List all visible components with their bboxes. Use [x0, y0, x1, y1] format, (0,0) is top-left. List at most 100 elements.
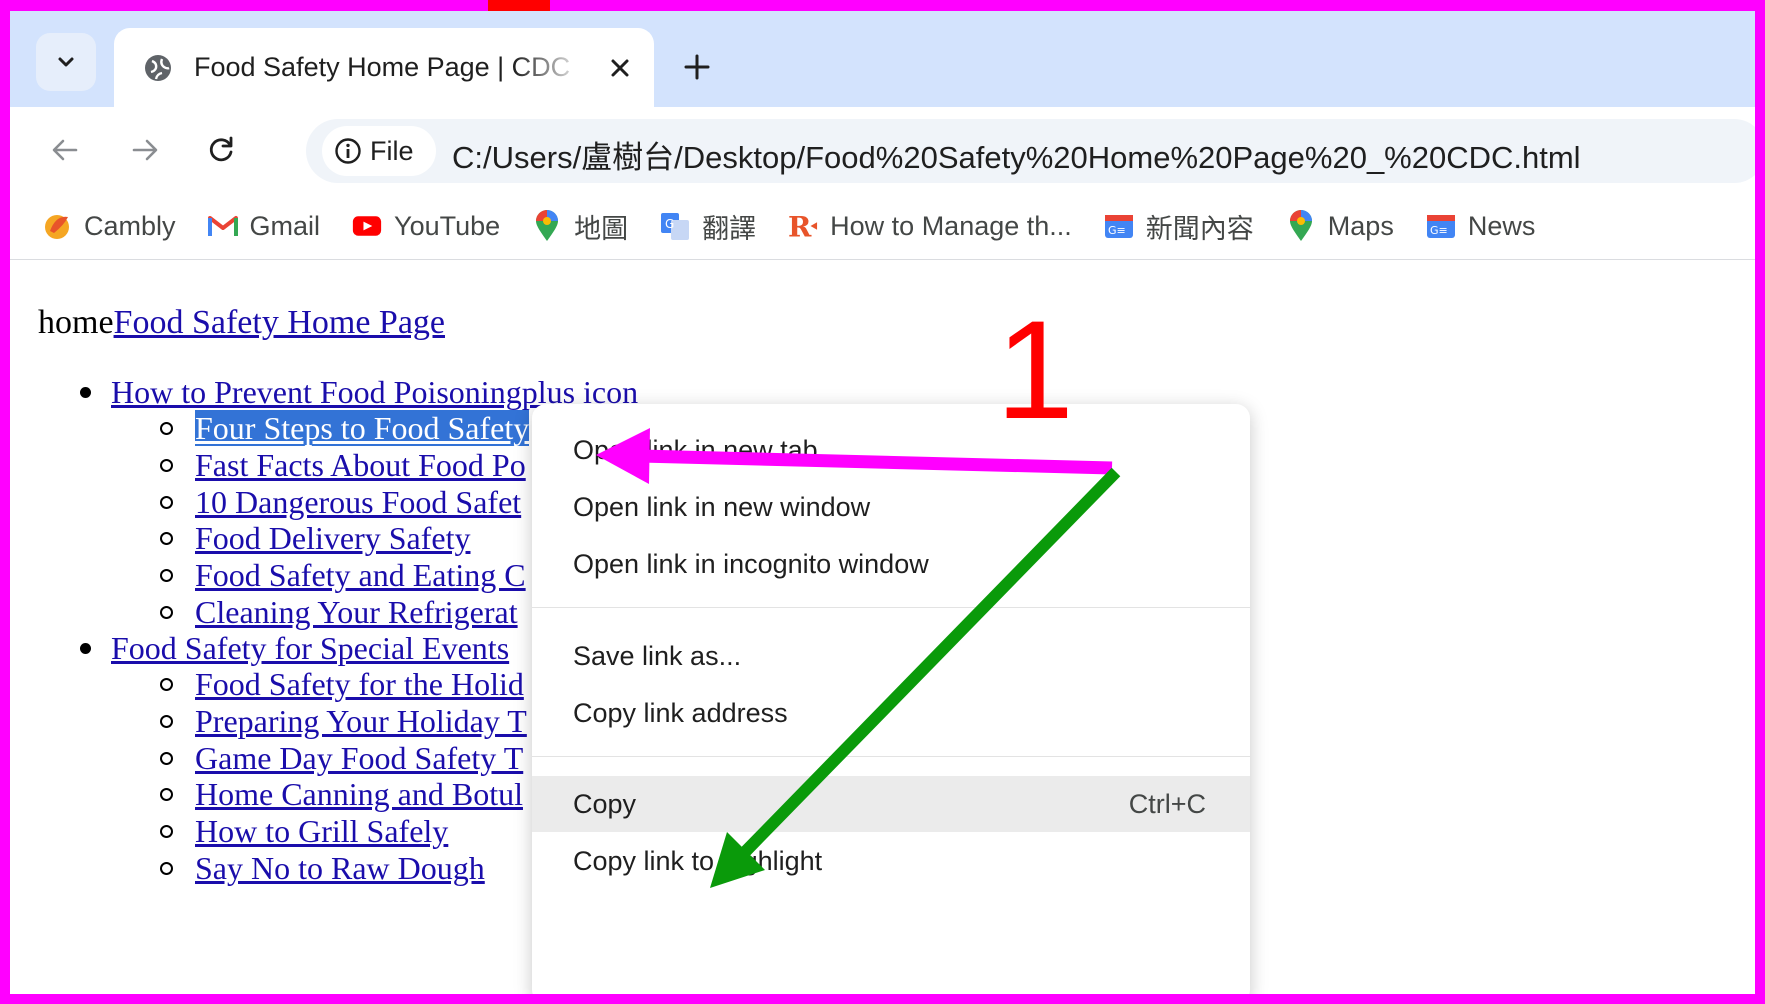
- context-menu: Open link in new tab Open link in new wi…: [532, 404, 1250, 1004]
- link-fast-facts[interactable]: Fast Facts About Food Po: [195, 447, 526, 483]
- link-holiday-turkey[interactable]: Preparing Your Holiday T: [195, 703, 527, 739]
- active-tab[interactable]: Food Safety Home Page | CDC: [114, 28, 654, 107]
- top-red-marker: [488, 0, 550, 11]
- forward-button[interactable]: [120, 125, 170, 175]
- copy-shortcut: Ctrl+C: [1128, 788, 1206, 819]
- breadcrumb-link[interactable]: Food Safety Home Page: [114, 304, 445, 341]
- bullet-circle: [160, 825, 173, 839]
- list-item: Food Safety for the Holid: [160, 666, 524, 703]
- bullet-circle: [160, 422, 173, 436]
- back-button[interactable]: [40, 125, 90, 175]
- list-item: 10 Dangerous Food Safet: [160, 484, 521, 521]
- bullet-dot: [80, 387, 91, 399]
- bookmark-maps-zh[interactable]: 地圖: [532, 207, 628, 246]
- tab-title: Food Safety Home Page | CDC: [194, 52, 571, 82]
- list-item: How to Grill Safely: [160, 813, 448, 850]
- list-item: Four Steps to Food Safety: [160, 410, 530, 447]
- tab-search-button[interactable]: [36, 33, 96, 91]
- step-number-label: 1: [996, 291, 1074, 448]
- bookmark-maps[interactable]: Maps: [1286, 210, 1394, 242]
- bullet-circle: [160, 496, 173, 510]
- link-four-steps[interactable]: Four Steps to Food Safety: [195, 410, 530, 446]
- bookmark-news[interactable]: G≡ News: [1426, 211, 1535, 242]
- youtube-icon: [352, 211, 382, 241]
- list-item: Home Canning and Botul: [160, 776, 523, 813]
- close-tab-icon[interactable]: [602, 50, 638, 86]
- link-raw-dough[interactable]: Say No to Raw Dough: [195, 850, 485, 886]
- bullet-circle: [160, 715, 173, 729]
- bookmark-how-to-manage[interactable]: R How to Manage th...: [788, 211, 1072, 242]
- menu-separator: [532, 756, 1250, 757]
- google-news-icon: G≡: [1426, 211, 1456, 241]
- back-arrow-icon: [52, 139, 78, 161]
- link-home-canning[interactable]: Home Canning and Botul: [195, 776, 523, 812]
- svg-text:G: G: [665, 217, 674, 231]
- maps-pin-icon: [532, 210, 562, 241]
- bookmark-translate[interactable]: G 翻譯: [660, 207, 756, 246]
- forward-arrow-icon: [132, 139, 158, 161]
- new-tab-button[interactable]: [675, 45, 719, 89]
- list-item: Fast Facts About Food Po: [160, 447, 526, 484]
- list-item: Food Safety for Special Events: [80, 630, 509, 667]
- breadcrumb-prefix: home: [38, 304, 114, 341]
- plus-icon: [684, 54, 710, 80]
- bullet-circle: [160, 752, 173, 766]
- info-icon: [335, 138, 361, 164]
- section-link-special-events[interactable]: Food Safety for Special Events: [111, 630, 509, 666]
- bullet-circle: [160, 569, 173, 583]
- maps-pin-icon: [1286, 210, 1316, 241]
- link-cleaning-fridge[interactable]: Cleaning Your Refrigerat: [195, 594, 518, 630]
- reload-icon: [209, 136, 233, 162]
- bullet-circle: [160, 459, 173, 473]
- bullet-circle: [160, 678, 173, 692]
- menu-open-new-window[interactable]: Open link in new window: [532, 479, 1250, 535]
- reload-button[interactable]: [196, 125, 246, 175]
- bookmarks-bar: Cambly Gmail YouTube 地圖 G 翻譯 R How to Ma…: [10, 193, 1755, 260]
- tab-strip: Food Safety Home Page | CDC: [10, 11, 1755, 107]
- menu-copy-link-address[interactable]: Copy link address: [532, 685, 1250, 741]
- url-text[interactable]: C:/Users/盧樹台/Desktop/Food%20Safety%20Hom…: [452, 132, 1581, 177]
- address-bar[interactable]: File C:/Users/盧樹台/Desktop/Food%20Safety%…: [306, 119, 1755, 183]
- bookmark-youtube[interactable]: YouTube: [352, 211, 500, 242]
- link-holidays[interactable]: Food Safety for the Holid: [195, 666, 524, 702]
- menu-open-new-tab[interactable]: Open link in new tab: [532, 422, 1250, 478]
- chip-label: File: [370, 135, 414, 166]
- list-item: Food Delivery Safety: [160, 520, 471, 557]
- bullet-circle: [160, 788, 173, 802]
- translate-icon: G: [660, 211, 690, 241]
- menu-save-link[interactable]: Save link as...: [532, 628, 1250, 684]
- list-item: Food Safety and Eating C: [160, 557, 526, 594]
- breadcrumb: homeFood Safety Home Page: [38, 304, 445, 342]
- chevron-down-icon: [58, 57, 74, 67]
- bullet-circle: [160, 862, 173, 876]
- menu-open-incognito[interactable]: Open link in incognito window: [532, 536, 1250, 592]
- r-logo-icon: R: [788, 211, 818, 241]
- menu-separator: [532, 607, 1250, 608]
- menu-copy-link-highlight[interactable]: Copy link to highlight: [532, 833, 1250, 889]
- globe-icon: [142, 52, 174, 84]
- link-grill-safely[interactable]: How to Grill Safely: [195, 813, 448, 849]
- bookmark-cambly[interactable]: Cambly: [42, 211, 176, 242]
- link-food-delivery[interactable]: Food Delivery Safety: [195, 520, 471, 556]
- gmail-icon: [207, 211, 238, 241]
- bookmark-gmail[interactable]: Gmail: [207, 211, 320, 242]
- svg-text:G≡: G≡: [1108, 224, 1126, 237]
- svg-text:R: R: [788, 211, 812, 241]
- list-item: Cleaning Your Refrigerat: [160, 594, 518, 631]
- bullet-dot: [80, 643, 91, 655]
- menu-copy[interactable]: Copy Ctrl+C: [532, 776, 1250, 832]
- list-item: Say No to Raw Dough: [160, 850, 485, 887]
- link-game-day[interactable]: Game Day Food Safety T: [195, 740, 523, 776]
- list-item: Game Day Food Safety T: [160, 740, 523, 777]
- svg-text:G≡: G≡: [1430, 224, 1448, 237]
- bookmark-news-zh[interactable]: G≡ 新聞內容: [1104, 207, 1254, 246]
- site-info-chip[interactable]: File: [322, 126, 436, 176]
- cambly-icon: [42, 211, 72, 241]
- bullet-circle: [160, 606, 173, 620]
- link-10-dangerous[interactable]: 10 Dangerous Food Safet: [195, 484, 521, 520]
- link-eating-out[interactable]: Food Safety and Eating C: [195, 557, 526, 593]
- bullet-circle: [160, 532, 173, 546]
- toolbar: File C:/Users/盧樹台/Desktop/Food%20Safety%…: [10, 107, 1755, 193]
- google-news-icon: G≡: [1104, 211, 1134, 241]
- list-item: Preparing Your Holiday T: [160, 703, 527, 740]
